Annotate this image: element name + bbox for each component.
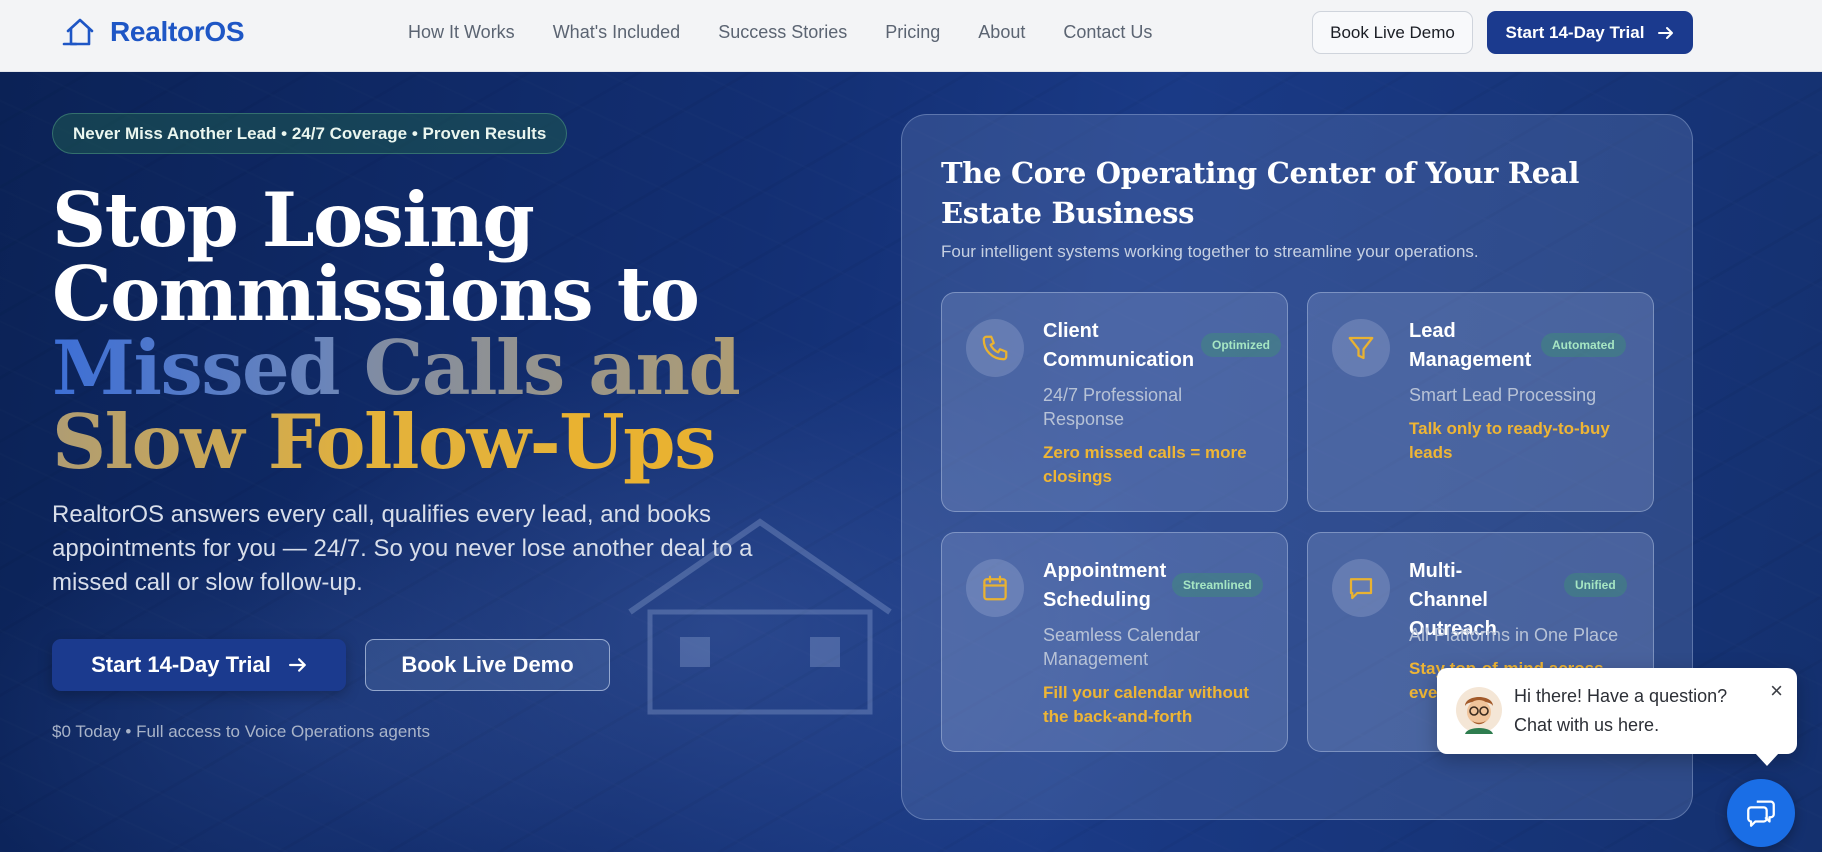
nav-link-about[interactable]: About: [978, 22, 1025, 43]
card-lead-management[interactable]: Lead Management Automated Smart Lead Pro…: [1307, 292, 1654, 512]
brand-logo[interactable]: RealtorOS: [62, 14, 245, 50]
status-badge: Automated: [1541, 333, 1626, 357]
nav-start-trial-button[interactable]: Start 14-Day Trial: [1487, 11, 1693, 54]
nav-links: How It Works What's Included Success Sto…: [408, 22, 1190, 43]
support-avatar: [1456, 687, 1502, 734]
nav-book-demo-button[interactable]: Book Live Demo: [1312, 11, 1473, 54]
headline-part-1: Stop Losing Commissions to: [52, 176, 700, 338]
status-badge: Streamlined: [1172, 573, 1263, 597]
headline-highlight-ups: Ups: [559, 398, 716, 486]
nav-link-pricing[interactable]: Pricing: [885, 22, 940, 43]
nav-link-success-stories[interactable]: Success Stories: [718, 22, 847, 43]
chat-message: Hi there! Have a question? Chat with us …: [1514, 686, 1728, 735]
top-navigation-bar: RealtorOS How It Works What's Included S…: [0, 0, 1822, 72]
card-appointment-scheduling[interactable]: Appointment Scheduling Streamlined Seaml…: [941, 532, 1288, 752]
arrow-right-icon: [288, 658, 306, 672]
panel-subtitle: Four intelligent systems working togethe…: [941, 242, 1479, 261]
nav-link-contact-us[interactable]: Contact Us: [1063, 22, 1152, 43]
hero-subtext: RealtorOS answers every call, qualifies …: [52, 501, 753, 596]
card-benefit: Fill your calendar without the back-and-…: [1043, 683, 1249, 726]
card-subtitle: 24/7 Professional Response: [1043, 385, 1183, 429]
chat-bubble-icon: [1747, 800, 1775, 827]
card-subtitle: All Platforms in One Place: [1409, 625, 1619, 645]
card-title: Appointment Scheduling: [1043, 560, 1167, 611]
panel-title: The Core Operating Center of Your Real E…: [941, 156, 1580, 230]
chat-launcher-button[interactable]: [1727, 779, 1795, 847]
nav-link-whats-included[interactable]: What's Included: [553, 22, 681, 43]
hero-tagline-pill: Never Miss Another Lead • 24/7 Coverage …: [52, 113, 568, 154]
brand-name: RealtorOS: [110, 16, 245, 47]
chat-popup[interactable]: Hi there! Have a question? Chat with us …: [1437, 668, 1797, 766]
hero-start-trial-label: Start 14-Day Trial: [91, 652, 271, 677]
card-benefit: Talk only to ready-to-buy leads: [1409, 419, 1610, 462]
card-title: Lead Management: [1409, 320, 1532, 371]
card-client-communication[interactable]: Client Communication Optimized 24/7 Prof…: [941, 292, 1288, 512]
phone-icon: [966, 319, 1024, 377]
nav-start-trial-label: Start 14-Day Trial: [1505, 22, 1645, 42]
card-subtitle: Seamless Calendar Management: [1043, 625, 1201, 669]
message-icon: [1332, 559, 1390, 617]
status-badge: Unified: [1564, 573, 1627, 597]
status-badge: Optimized: [1201, 333, 1282, 357]
card-benefit: Zero missed calls = more closings: [1043, 443, 1247, 486]
hero-start-trial-button[interactable]: Start 14-Day Trial: [52, 639, 346, 691]
filter-icon: [1332, 319, 1390, 377]
hero-fine-print: $0 Today • Full access to Voice Operatio…: [52, 722, 430, 741]
hero-book-demo-button[interactable]: Book Live Demo: [365, 639, 610, 691]
card-subtitle: Smart Lead Processing: [1409, 385, 1597, 405]
arrow-right-icon: [1658, 26, 1674, 39]
house-icon: [62, 18, 94, 46]
calendar-icon: [966, 559, 1024, 617]
hero-headline: Stop Losing Commissions to Missed Calls …: [52, 183, 872, 480]
card-title: Client Communication: [1043, 320, 1195, 371]
close-icon[interactable]: ×: [1770, 680, 1783, 702]
nav-link-how-it-works[interactable]: How It Works: [408, 22, 515, 43]
